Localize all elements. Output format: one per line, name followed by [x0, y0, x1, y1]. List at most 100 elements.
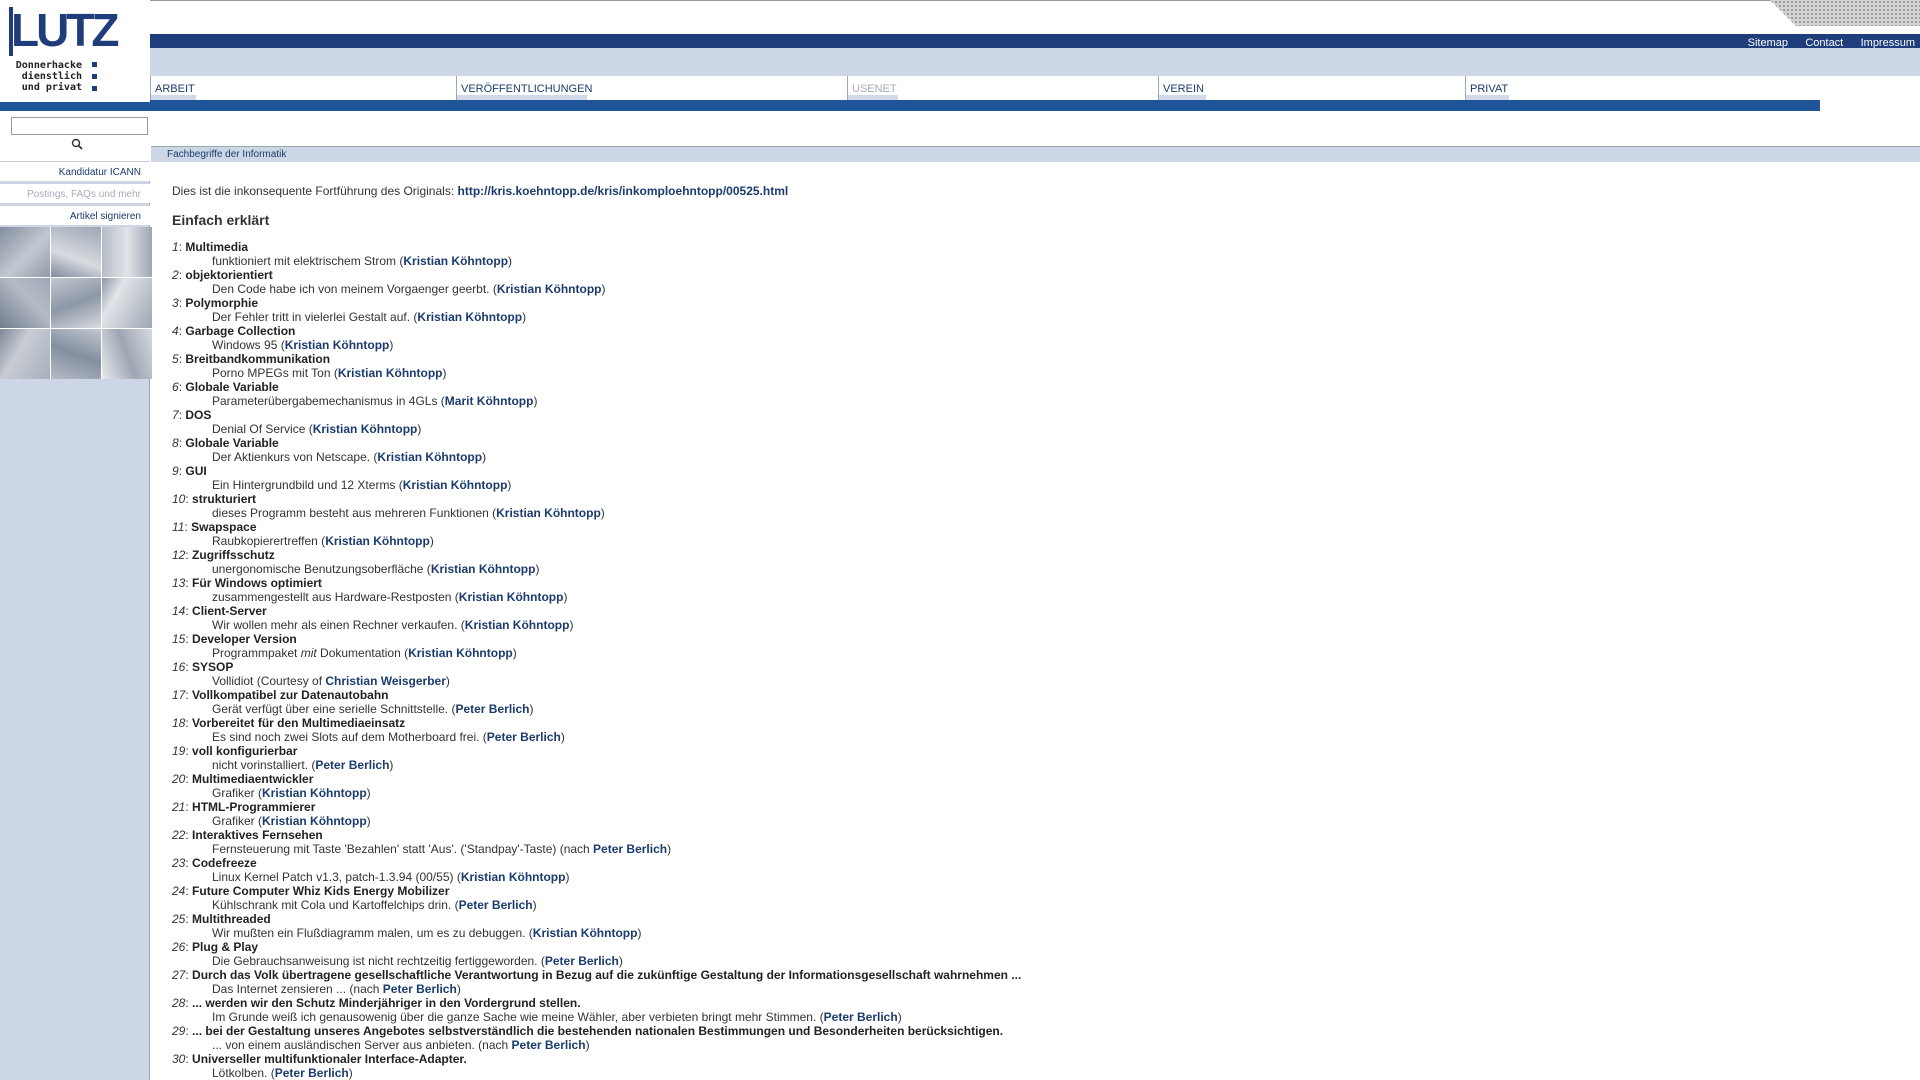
search-input[interactable]	[11, 117, 148, 135]
menu-tab-usenet: Usenet	[847, 76, 1158, 100]
author-link[interactable]: Kristian Köhntopp	[262, 814, 367, 828]
glossary-definition: Linux Kernel Patch v1.3, patch-1.3.94 (0…	[212, 870, 1892, 884]
page-title: Einfach erklärt	[172, 212, 270, 228]
glossary-term: 25: Multithreaded	[172, 912, 271, 926]
menu-tab-veroeffentlichungen[interactable]: Veröffentlichungen	[456, 76, 847, 100]
term-title: Future Computer Whiz Kids Energy Mobiliz…	[192, 884, 450, 898]
logo-tagline-line: Donnerhacke	[15, 60, 82, 71]
menu-tab-arbeit[interactable]: Arbeit	[150, 76, 456, 100]
definition-text: )	[417, 422, 422, 436]
glossary-definition: Im Grunde weiß ich genausowenig über die…	[212, 1010, 1892, 1024]
utility-nav: Sitemap Contact Impressum	[1734, 35, 1915, 49]
author-link[interactable]: Peter Berlich	[459, 898, 533, 912]
definition-text: zusammengestellt aus Hardware-Restposten…	[212, 590, 459, 604]
author-link[interactable]: Kristian Köhntopp	[285, 338, 390, 352]
search-icon[interactable]	[71, 138, 83, 150]
definition-text: Programmpaket	[212, 646, 301, 660]
author-link[interactable]: Peter Berlich	[455, 702, 529, 716]
contact-link[interactable]: Contact	[1805, 37, 1843, 49]
term-number: 1	[172, 240, 179, 254]
site-logo[interactable]: LUTZ Donnerhacke dienstlich und privat	[0, 0, 150, 102]
author-link[interactable]: Peter Berlich	[824, 1010, 898, 1024]
author-link[interactable]: Kristian Köhntopp	[338, 366, 443, 380]
menu-tab-verein[interactable]: Verein	[1158, 76, 1465, 100]
intro-label: Dies ist die inkonsequente Fortführung d…	[172, 184, 458, 198]
original-link[interactable]: http://kris.koehntopp.de/kris/inkomploeh…	[458, 184, 789, 198]
term-number: 13	[172, 576, 186, 590]
author-link[interactable]: Kristian Köhntopp	[459, 590, 564, 604]
menu-tab-label: Veröffentlichungen	[461, 83, 593, 95]
author-link[interactable]: Kristian Köhntopp	[313, 422, 418, 436]
logo-dot	[92, 74, 97, 79]
author-link[interactable]: Kristian Köhntopp	[262, 786, 367, 800]
author-link[interactable]: Kristian Köhntopp	[465, 618, 570, 632]
menu-underbar	[0, 100, 1820, 111]
sidebar-link-icann[interactable]: Kandidatur ICANN	[0, 161, 150, 181]
definition-text: )	[456, 982, 461, 996]
definition-text: )	[429, 534, 434, 548]
impressum-link[interactable]: Impressum	[1861, 37, 1915, 49]
glossary-definition: Lötkolben. (Peter Berlich)	[212, 1066, 1892, 1080]
tab-underline	[457, 95, 587, 100]
tab-underline	[1159, 95, 1206, 100]
term-title: Für Windows optimiert	[192, 576, 322, 590]
author-link[interactable]: Kristian Köhntopp	[408, 646, 513, 660]
definition-text: )	[897, 1010, 902, 1024]
tab-underline	[151, 95, 196, 100]
term-number: 17	[172, 688, 186, 702]
definition-text: )	[637, 926, 642, 940]
author-link[interactable]: Kristian Köhntopp	[533, 926, 638, 940]
definition-text: )	[522, 310, 527, 324]
author-link[interactable]: Christian Weisgerber	[325, 674, 445, 688]
definition-text: Fernsteuerung mit Taste 'Bezahlen' statt…	[212, 842, 594, 856]
author-link[interactable]: Kristian Köhntopp	[403, 254, 508, 268]
definition-text: Der Fehler tritt in vielerlei Gestalt au…	[212, 310, 418, 324]
definition-text: Den Code habe ich von meinem Vorgaenger …	[212, 282, 497, 296]
definition-text: nicht vorinstalliert. (	[212, 758, 316, 772]
author-link[interactable]: Marit Köhntopp	[445, 394, 534, 408]
author-link[interactable]: Kristian Köhntopp	[431, 562, 536, 576]
author-link[interactable]: Kristian Köhntopp	[496, 506, 601, 520]
term-number: 21	[172, 800, 186, 814]
glossary-term: 15: Developer Version	[172, 632, 297, 646]
author-link[interactable]: Peter Berlich	[315, 758, 389, 772]
author-link[interactable]: Peter Berlich	[487, 730, 561, 744]
collage-photo	[102, 329, 152, 379]
author-link[interactable]: Kristian Köhntopp	[417, 310, 522, 324]
definition-text: Es sind noch zwei Slots auf dem Motherbo…	[212, 730, 487, 744]
logo-dot	[92, 86, 97, 91]
definition-text: ... von einem ausländischen Server aus a…	[212, 1038, 512, 1052]
menu-tab-privat[interactable]: Privat	[1465, 76, 1841, 100]
author-link[interactable]: Kristian Köhntopp	[461, 870, 566, 884]
definition-text: )	[529, 702, 534, 716]
term-title: Vorbereitet für den Multimediaeinsatz	[192, 716, 406, 730]
sitemap-link[interactable]: Sitemap	[1748, 37, 1788, 49]
sidebar-link-postings[interactable]: Postings, FAQs und mehr	[0, 183, 150, 203]
author-link[interactable]: Kristian Köhntopp	[325, 534, 430, 548]
author-link[interactable]: Peter Berlich	[545, 954, 619, 968]
term-number: 19	[172, 744, 186, 758]
definition-text: )	[569, 618, 574, 632]
term-number: 12	[172, 548, 186, 562]
author-link[interactable]: Peter Berlich	[275, 1066, 349, 1080]
definition-text: Der Aktienkurs von Netscape. (	[212, 450, 378, 464]
author-link[interactable]: Peter Berlich	[383, 982, 457, 996]
term-number: 2	[172, 268, 179, 282]
glossary-term: 26: Plug & Play	[172, 940, 259, 954]
author-link[interactable]: Kristian Köhntopp	[377, 450, 482, 464]
sidebar-link-signieren[interactable]: Artikel signieren	[0, 205, 150, 225]
author-link[interactable]: Peter Berlich	[593, 842, 667, 856]
author-link[interactable]: Kristian Köhntopp	[497, 282, 602, 296]
glossary-definition: dieses Programm besteht aus mehreren Fun…	[212, 506, 1892, 520]
glossary-term: 3: Polymorphie	[172, 296, 259, 310]
glossary-definition: Vollidiot (Courtesy of Christian Weisger…	[212, 674, 1892, 688]
author-link[interactable]: Peter Berlich	[512, 1038, 586, 1052]
author-link[interactable]: Kristian Köhntopp	[403, 478, 508, 492]
term-number: 18	[172, 716, 186, 730]
term-title: Garbage Collection	[185, 324, 296, 338]
glossary-definition: Porno MPEGs mit Ton (Kristian Köhntopp)	[212, 366, 1892, 380]
definition-text: Gerät verfügt über eine serielle Schnitt…	[212, 702, 456, 716]
definition-text: )	[442, 366, 447, 380]
menu-tab-label: Privat	[1470, 83, 1509, 95]
term-title: objektorientiert	[185, 268, 273, 282]
